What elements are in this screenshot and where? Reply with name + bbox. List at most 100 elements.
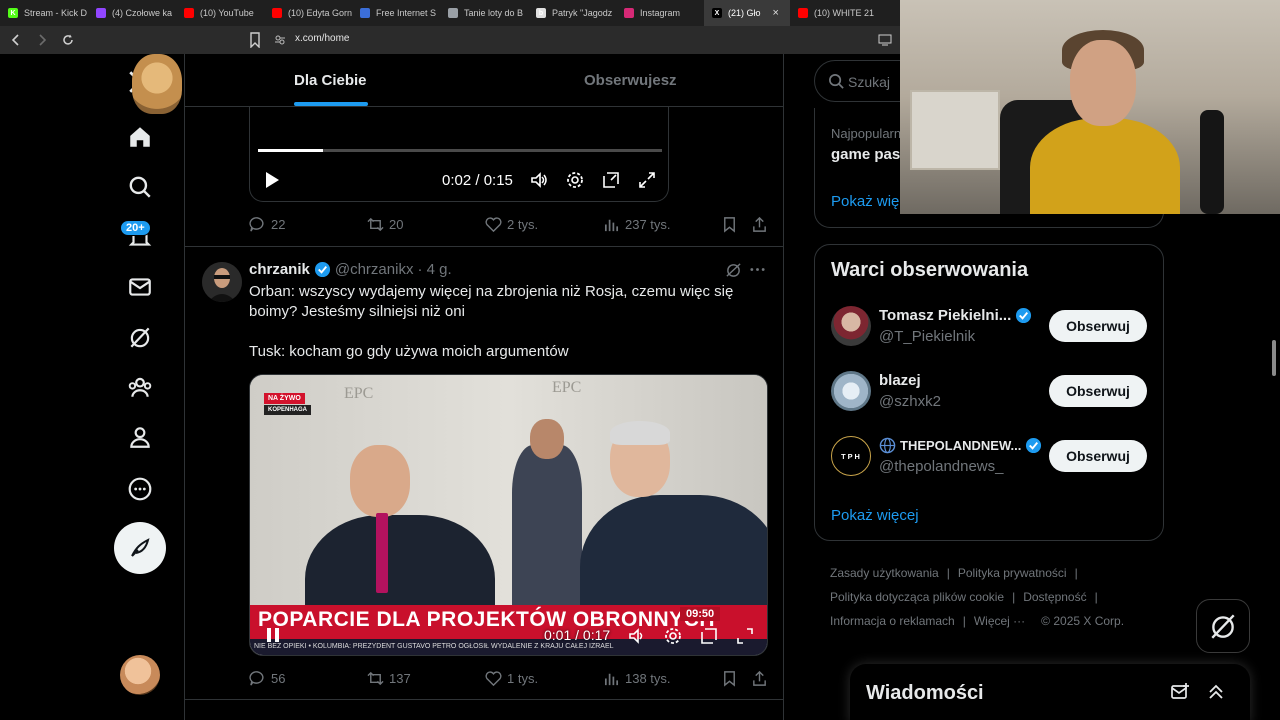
- repost-button[interactable]: 137: [367, 670, 411, 687]
- like-button[interactable]: 2 tys.: [485, 216, 538, 233]
- tab-for-you[interactable]: Dla Ciebie: [294, 72, 367, 89]
- globe-icon: [879, 437, 896, 454]
- footer-link-more[interactable]: Więcej ···: [974, 614, 1025, 628]
- browser-tab[interactable]: X (21) Gło ×: [704, 0, 790, 26]
- fullscreen-icon[interactable]: [638, 171, 656, 189]
- settings-gear-icon[interactable]: [664, 627, 682, 645]
- repost-icon: [367, 671, 384, 686]
- share-icon[interactable]: [751, 670, 768, 687]
- fullscreen-icon[interactable]: [736, 627, 754, 645]
- play-icon[interactable]: [264, 171, 280, 189]
- footer-link-terms[interactable]: Zasady użytkowania: [830, 566, 939, 580]
- browser-tab-label: Patryk "Jagodz: [552, 8, 613, 18]
- author-name[interactable]: chrzanik: [249, 261, 310, 278]
- browser-tab-label: (21) Gło: [728, 8, 761, 18]
- pause-icon[interactable]: [266, 627, 280, 643]
- browser-tab[interactable]: (10) WHITE 21 t: [790, 0, 876, 26]
- profile-icon[interactable]: [120, 417, 160, 457]
- grok-icon[interactable]: [120, 317, 160, 357]
- grok-floating-button[interactable]: [1196, 599, 1250, 653]
- search-icon[interactable]: [120, 167, 160, 207]
- browser-tab[interactable]: Tanie loty do B: [440, 0, 528, 26]
- news-ticker: NIE BEZ OPIEKI • KOLUMBIA: PREZYDENT GUS…: [250, 639, 767, 655]
- browser-tab[interactable]: K Stream - Kick D: [0, 0, 88, 26]
- video-progress-bar[interactable]: [258, 149, 662, 152]
- browser-tab[interactable]: (4) Czołowe ka: [88, 0, 176, 26]
- compose-post-button[interactable]: [114, 522, 166, 574]
- more-options-icon[interactable]: [749, 261, 766, 278]
- browser-tab[interactable]: (10) Edyta Gorn: [264, 0, 352, 26]
- follow-suggestion[interactable]: T P H THEPOLANDNEW... @thepolandnews_ Ob…: [815, 436, 1163, 496]
- like-button[interactable]: 1 tys.: [485, 670, 538, 687]
- back-button[interactable]: [6, 30, 26, 50]
- site-info-icon[interactable]: [274, 34, 286, 46]
- suggestion-avatar[interactable]: T P H: [831, 436, 871, 476]
- author-handle[interactable]: @chrzanikx: [335, 261, 414, 278]
- svg-text:T P H: T P H: [841, 452, 860, 461]
- views-button[interactable]: 138 tys.: [603, 670, 671, 687]
- pip-icon[interactable]: [602, 171, 620, 189]
- footer-link-privacy[interactable]: Polityka prywatności: [958, 566, 1067, 580]
- browser-tab-label: (4) Czołowe ka: [112, 8, 173, 18]
- messages-drawer[interactable]: Wiadomości: [850, 664, 1250, 720]
- views-button[interactable]: 237 tys.: [603, 216, 671, 233]
- footer-link-accessibility[interactable]: Dostępność: [1023, 590, 1086, 604]
- share-icon[interactable]: [751, 216, 768, 233]
- footer-link-ads-info[interactable]: Informacja o reklamach: [830, 614, 955, 628]
- tweet2-video-player[interactable]: EPC EPC NA ŻYWO KOPENHAGA POPARCIE DLA P…: [249, 374, 768, 656]
- news-clock: 09:50: [680, 607, 721, 621]
- expand-chevron-icon[interactable]: [1206, 682, 1226, 702]
- page-scrollbar[interactable]: [1272, 340, 1276, 376]
- browser-tab[interactable]: Free Internet S: [352, 0, 440, 26]
- follow-suggestion[interactable]: Tomasz Piekielni... @T_Piekielnik Obserw…: [815, 306, 1163, 366]
- suggestion-avatar[interactable]: [831, 306, 871, 346]
- browser-tab-label: (10) YouTube: [200, 8, 254, 18]
- suggestion-avatar[interactable]: [831, 371, 871, 411]
- tweet1-video-player[interactable]: 0:02 / 0:15: [249, 107, 669, 202]
- reply-button[interactable]: 56: [249, 670, 285, 687]
- tweet2-author-avatar[interactable]: [202, 262, 242, 302]
- browser-tab[interactable]: Instagram: [616, 0, 704, 26]
- settings-gear-icon[interactable]: [566, 171, 584, 189]
- bookmark-icon[interactable]: [721, 670, 738, 687]
- more-icon[interactable]: [120, 469, 160, 509]
- bookmark-icon[interactable]: [721, 216, 738, 233]
- communities-icon[interactable]: [120, 367, 160, 407]
- volume-icon[interactable]: [628, 627, 646, 645]
- reply-count: 22: [271, 217, 286, 232]
- close-tab-icon[interactable]: ×: [773, 7, 779, 19]
- follow-suggestion[interactable]: blazej @szhxk2 Obserwuj: [815, 371, 1163, 431]
- show-more-link[interactable]: Pokaż więcej: [831, 507, 919, 524]
- follow-button[interactable]: Obserwuj: [1049, 310, 1147, 342]
- home-icon[interactable]: [120, 117, 160, 157]
- webcam-person-body: [1030, 118, 1180, 214]
- tab-following[interactable]: Obserwujesz: [584, 72, 677, 89]
- browser-tab[interactable]: (10) YouTube: [176, 0, 264, 26]
- repost-button[interactable]: 20: [367, 216, 403, 233]
- live-badge: NA ŻYWO: [264, 393, 305, 404]
- bookmark-icon[interactable]: [248, 32, 262, 48]
- follow-button[interactable]: Obserwuj: [1049, 375, 1147, 407]
- news-headline: POPARCIE DLA PROJEKTÓW OBRONNYCH: [258, 608, 716, 631]
- trend-show-more-link[interactable]: Pokaż wię: [831, 193, 899, 210]
- tweet-age[interactable]: · 4 g.: [417, 261, 451, 278]
- volume-icon[interactable]: [530, 171, 548, 189]
- repost-count: 137: [389, 671, 411, 686]
- cast-icon[interactable]: [878, 34, 892, 46]
- trend-item[interactable]: game pas: [831, 146, 900, 163]
- follow-button[interactable]: Obserwuj: [1049, 440, 1147, 472]
- messages-icon[interactable]: [120, 267, 160, 307]
- footer-link-cookies[interactable]: Polityka dotycząca plików cookie: [830, 590, 1004, 604]
- browser-tab[interactable]: b Patryk "Jagodz: [528, 0, 616, 26]
- photographer-figure: [512, 445, 582, 605]
- pip-icon[interactable]: [700, 627, 718, 645]
- new-message-icon[interactable]: [1170, 682, 1190, 702]
- grok-explain-icon[interactable]: [725, 261, 742, 278]
- reply-button[interactable]: 22: [249, 216, 285, 233]
- forward-button[interactable]: [32, 30, 52, 50]
- views-icon: [604, 219, 619, 232]
- reload-button[interactable]: [58, 30, 78, 50]
- account-avatar[interactable]: [120, 655, 160, 695]
- url-field[interactable]: x.com/home: [295, 33, 349, 44]
- tab-favicon-icon: K: [8, 8, 18, 18]
